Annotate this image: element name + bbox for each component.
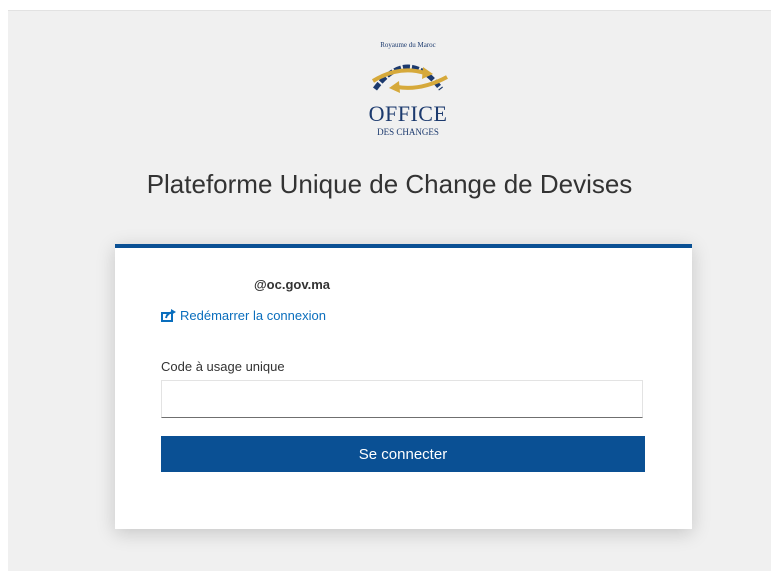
- account-email: @oc.gov.ma: [254, 277, 331, 292]
- sign-in-button[interactable]: Se connecter: [161, 436, 645, 472]
- restart-connection-label: Redémarrer la connexion: [180, 308, 326, 323]
- logo-kingdom-text: Royaume du Maroc: [380, 41, 436, 49]
- otp-input[interactable]: [161, 380, 643, 418]
- page-background: Royaume du Maroc OFFICE DES CHANGES Plat…: [8, 10, 771, 571]
- logo-changes-text: DES CHANGES: [377, 127, 439, 137]
- office-des-changes-logo: Royaume du Maroc OFFICE DES CHANGES: [353, 41, 463, 145]
- share-arrow-icon: [161, 309, 176, 322]
- logo-office-text: OFFICE: [368, 101, 448, 126]
- logo-emblem-icon: [371, 64, 448, 93]
- login-card: @oc.gov.ma Redémarrer la connexion Code …: [115, 244, 692, 529]
- otp-label: Code à usage unique: [161, 359, 285, 374]
- restart-connection-link[interactable]: Redémarrer la connexion: [161, 308, 326, 323]
- page-title: Plateforme Unique de Change de Devises: [146, 169, 633, 199]
